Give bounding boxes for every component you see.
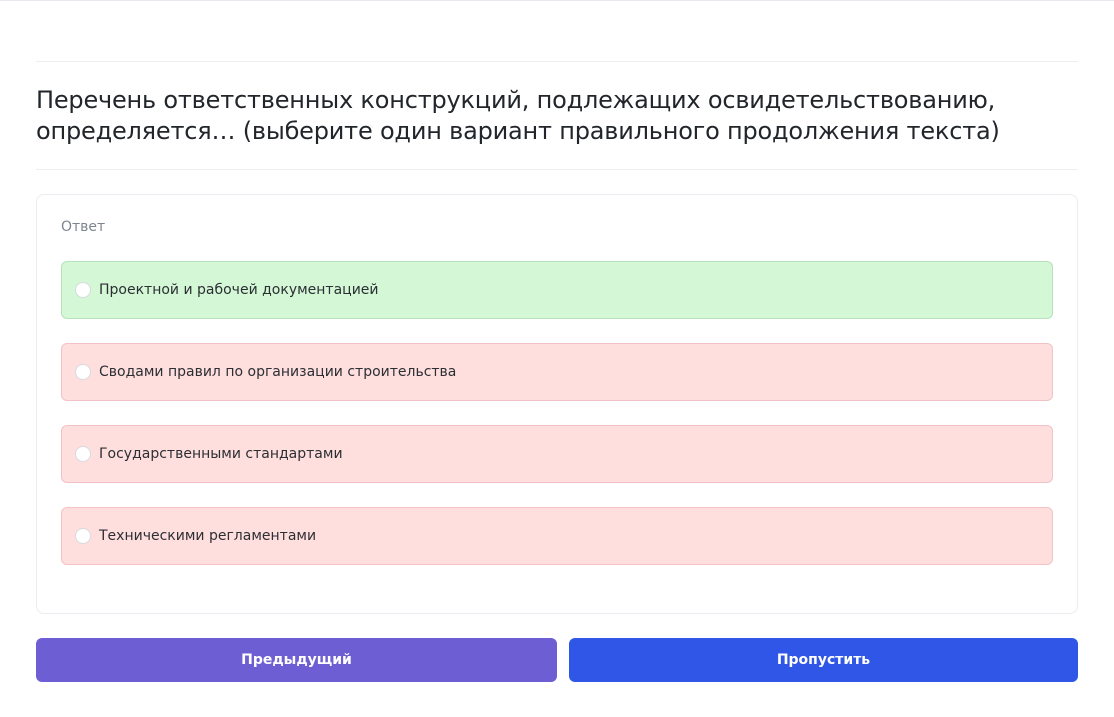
previous-button[interactable]: Предыдущий <box>36 638 557 682</box>
radio-button[interactable] <box>75 528 91 544</box>
radio-button[interactable] <box>75 282 91 298</box>
answer-option-label: Государственными стандартами <box>99 446 343 462</box>
answer-card: Ответ Проектной и рабочей документацией … <box>36 194 1078 614</box>
question-divider <box>36 169 1078 170</box>
skip-button[interactable]: Пропустить <box>569 638 1078 682</box>
answer-option-3[interactable]: Государственными стандартами <box>61 425 1053 483</box>
radio-button[interactable] <box>75 446 91 462</box>
quiz-page: Перечень ответственных конструкций, подл… <box>0 0 1114 717</box>
answer-option-1[interactable]: Проектной и рабочей документацией <box>61 261 1053 319</box>
question-text: Перечень ответственных конструкций, подл… <box>36 86 1000 145</box>
answer-option-2[interactable]: Сводами правил по организации строительс… <box>61 343 1053 401</box>
answer-option-label: Сводами правил по организации строительс… <box>99 364 457 380</box>
answer-option-label: Техническими регламентами <box>99 528 317 544</box>
answer-option-4[interactable]: Техническими регламентами <box>61 507 1053 565</box>
radio-button[interactable] <box>75 364 91 380</box>
answer-option-label: Проектной и рабочей документацией <box>99 282 379 298</box>
answer-label: Ответ <box>61 219 106 235</box>
top-divider <box>36 61 1078 62</box>
